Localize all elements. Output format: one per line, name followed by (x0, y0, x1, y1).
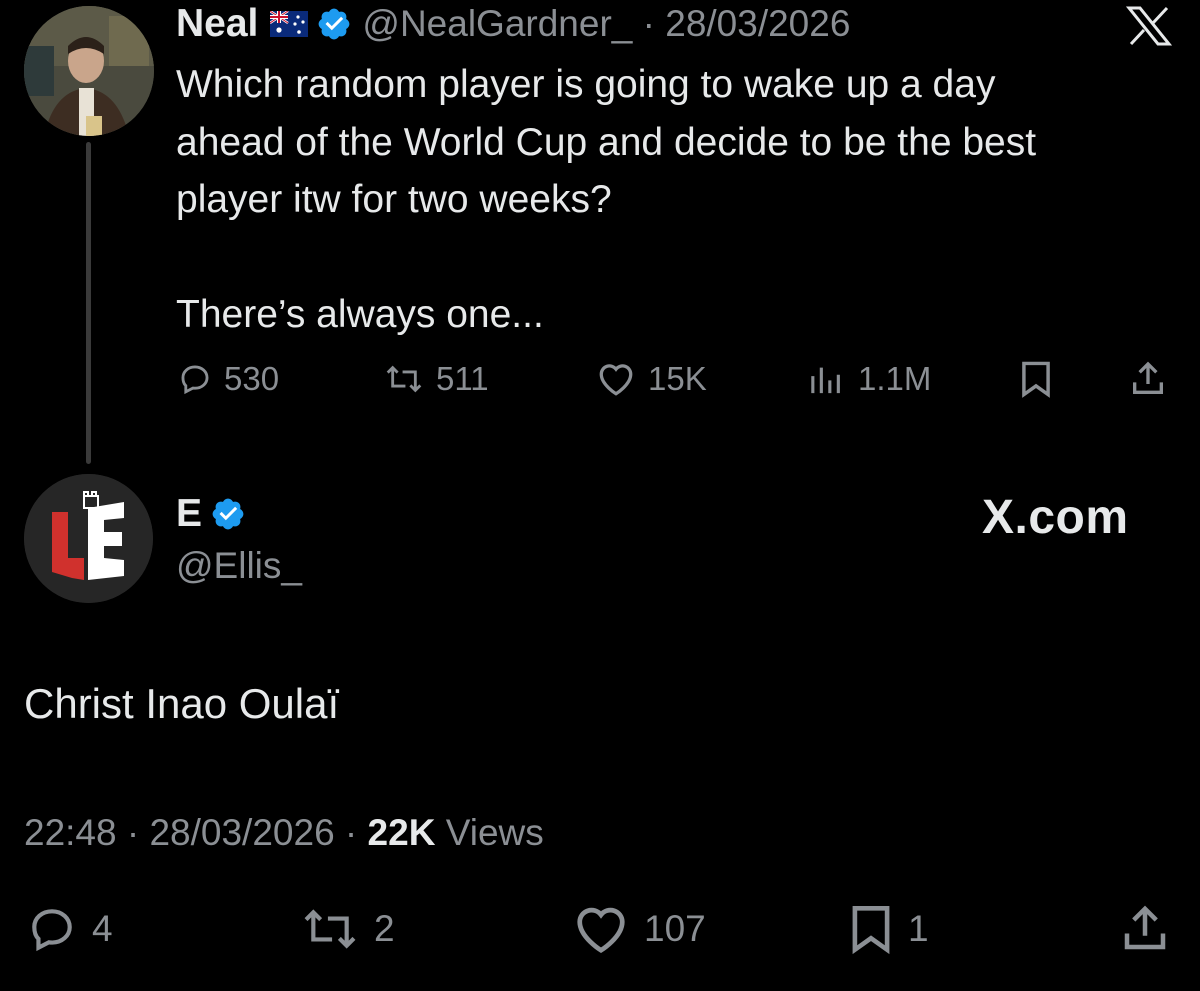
author-name[interactable]: E (176, 492, 202, 536)
bookmark-icon (848, 903, 894, 955)
like-button[interactable]: 15K (596, 356, 707, 402)
analytics-icon (806, 362, 848, 396)
reply-author-row: E (176, 492, 246, 536)
author-handle[interactable]: @Ellis_ (176, 545, 302, 587)
heart-icon (572, 903, 630, 955)
share-button[interactable] (1118, 902, 1172, 956)
view-count: 1.1M (858, 360, 932, 397)
like-count: 15K (648, 360, 707, 397)
share-icon (1128, 359, 1168, 399)
bookmark-button[interactable]: 1 (848, 902, 929, 956)
australia-flag-icon (270, 11, 309, 37)
thread-connector-line (86, 142, 91, 464)
reply-icon (178, 362, 212, 396)
reply-button[interactable]: 4 (26, 902, 113, 956)
avatar[interactable] (24, 474, 153, 603)
verified-badge-icon (210, 496, 246, 532)
heart-icon (596, 361, 636, 397)
profile-photo (24, 6, 154, 136)
timestamp[interactable]: 22:48 · 28/03/2026 · (24, 812, 368, 853)
repost-count: 511 (436, 360, 489, 397)
x-logo-icon (1126, 6, 1172, 46)
avatar[interactable] (24, 6, 154, 136)
parent-tweet-header: Neal @NealGardner_ · 28/03/2026 (176, 2, 850, 46)
bookmark-button[interactable] (1018, 356, 1054, 402)
author-name[interactable]: Neal (176, 2, 258, 46)
tweet-meta: 22:48 · 28/03/2026 · 22K Views (24, 812, 544, 854)
share-icon (1118, 902, 1172, 956)
repost-button[interactable]: 511 (384, 356, 489, 402)
repost-icon (300, 904, 360, 954)
reply-button[interactable]: 530 (178, 356, 279, 402)
bookmark-count: 1 (908, 908, 929, 949)
repost-button[interactable]: 2 (300, 902, 395, 956)
reply-tweet-text: Christ Inao Oulaï (24, 680, 340, 727)
repost-icon (384, 362, 424, 396)
views-count: 22K (367, 812, 436, 853)
like-count: 107 (644, 908, 706, 949)
reply-count: 530 (224, 360, 280, 397)
parent-tweet-text: Which random player is going to wake up … (176, 63, 1037, 336)
like-button[interactable]: 107 (572, 902, 706, 956)
reply-icon (26, 904, 78, 954)
repost-count: 2 (374, 908, 395, 949)
reply-count: 4 (92, 908, 113, 949)
share-button[interactable] (1128, 356, 1168, 402)
verified-badge-icon (316, 6, 352, 42)
ue-logo-icon (24, 474, 153, 603)
bookmark-icon (1018, 360, 1054, 398)
x-com-watermark: X.com (982, 491, 1129, 544)
views-button[interactable]: 1.1M (806, 356, 931, 402)
views-label: Views (435, 812, 544, 853)
author-handle-date[interactable]: @NealGardner_ · 28/03/2026 (362, 3, 850, 45)
